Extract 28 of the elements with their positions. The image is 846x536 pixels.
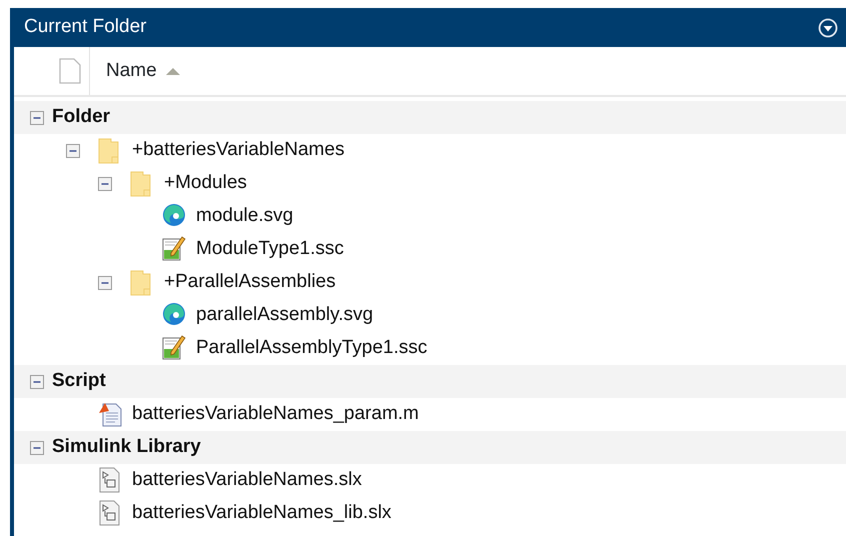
diagram-file-icon <box>98 500 122 527</box>
collapse-icon[interactable] <box>30 110 44 124</box>
collapse-icon[interactable] <box>66 144 80 158</box>
panel-title: Current Folder <box>24 15 146 40</box>
file-icon <box>59 58 81 84</box>
collapse-icon[interactable] <box>98 276 112 290</box>
name-column-header[interactable]: Name <box>106 56 181 86</box>
file-name[interactable]: parallelAssembly.svg <box>196 301 374 330</box>
collapse-icon[interactable] <box>30 440 44 454</box>
file-name[interactable]: batteriesVariableNames_param.m <box>132 400 419 429</box>
file-name[interactable]: ParallelAssemblyType1.ssc <box>196 334 428 363</box>
notepad-pencil-icon <box>162 335 186 362</box>
file-name[interactable]: ModuleType1.ssc <box>196 235 344 264</box>
collapse-icon[interactable] <box>98 176 112 190</box>
notepad-pencil-icon <box>162 236 186 263</box>
collapse-icon[interactable] <box>30 374 44 388</box>
group-heading: Script <box>52 369 106 394</box>
group-heading: Folder <box>52 105 110 130</box>
document-icon <box>98 401 122 428</box>
folder-name[interactable]: +Modules <box>164 169 247 198</box>
folder-name[interactable]: +ParallelAssemblies <box>164 268 336 297</box>
group-heading: Simulink Library <box>52 435 201 460</box>
menu-icon[interactable] <box>818 18 838 38</box>
diagram-file-icon <box>98 467 122 494</box>
folder-name[interactable]: +batteriesVariableNames <box>132 136 344 165</box>
file-name[interactable]: batteriesVariableNames.slx <box>132 466 362 495</box>
file-name[interactable]: batteriesVariableNames_lib.slx <box>132 499 392 528</box>
file-name[interactable]: module.svg <box>196 202 294 231</box>
